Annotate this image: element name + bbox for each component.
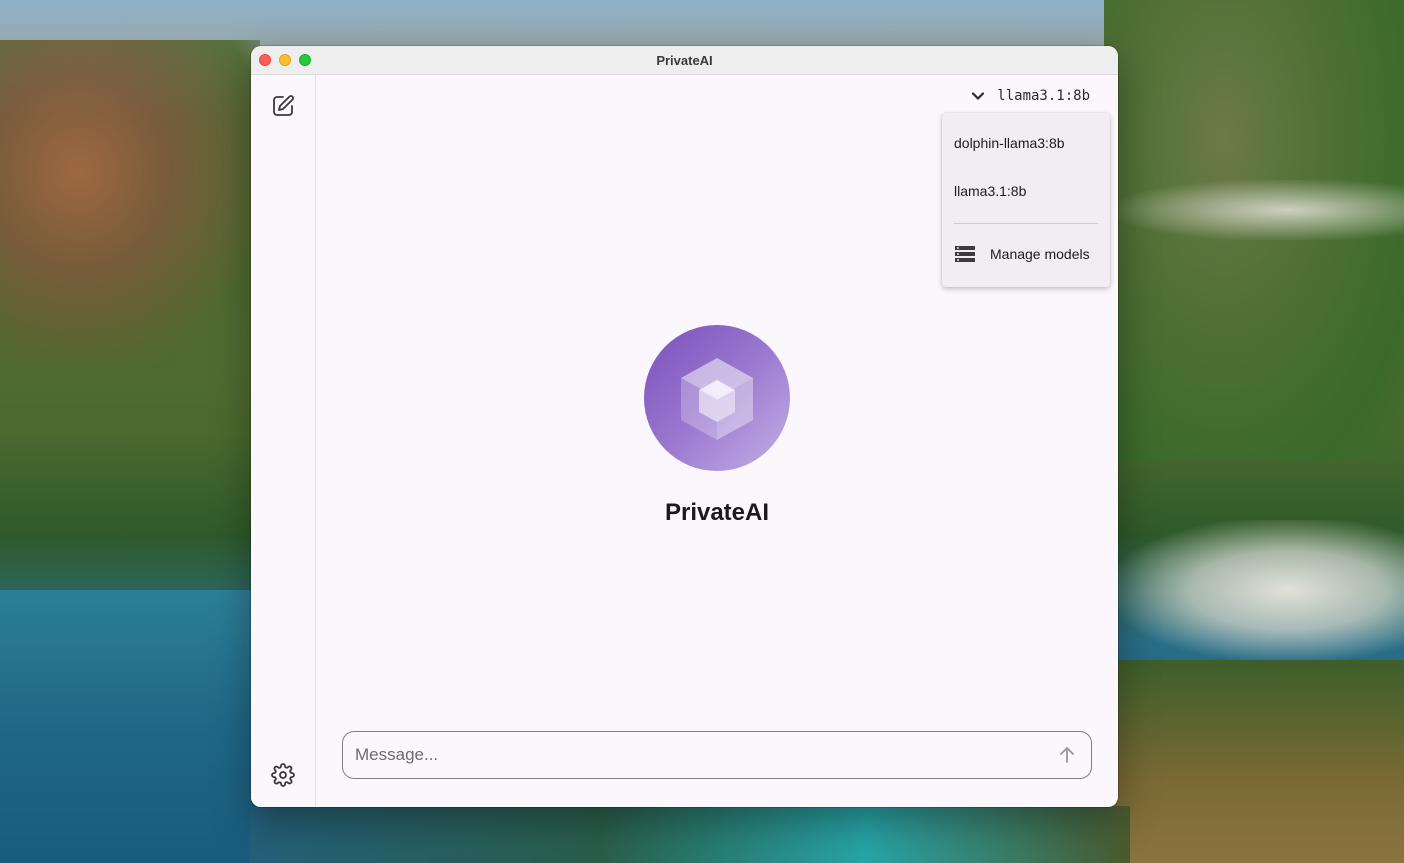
model-selector[interactable]: llama3.1:8b — [971, 85, 1090, 107]
send-button[interactable] — [1055, 743, 1079, 767]
wallpaper-coast — [250, 806, 1130, 863]
wallpaper-fog-low — [1114, 520, 1404, 660]
menu-divider — [954, 223, 1098, 224]
model-option-llama3-1[interactable]: llama3.1:8b — [954, 183, 1026, 199]
desktop-wallpaper — [0, 40, 260, 370]
model-dropdown-menu: dolphin-llama3:8b llama3.1:8b Manage mod… — [942, 113, 1110, 287]
compose-icon — [273, 95, 294, 116]
wallpaper-fog — [1114, 180, 1404, 240]
window-title: PrivateAI — [656, 53, 713, 68]
title-bar[interactable]: PrivateAI — [251, 46, 1118, 75]
wallpaper-hills — [1114, 660, 1404, 863]
selected-model-label: llama3.1:8b — [997, 88, 1090, 104]
main-panel: llama3.1:8b dolphin-llama3:8b llama3.1:8… — [316, 75, 1118, 807]
manage-models-label: Manage models — [990, 246, 1090, 262]
chevron-down-icon — [972, 92, 985, 100]
arrow-up-icon — [1060, 747, 1074, 763]
model-option-dolphin-llama3[interactable]: dolphin-llama3:8b — [954, 135, 1065, 151]
app-logo — [644, 325, 790, 471]
message-input[interactable] — [355, 745, 1055, 765]
gear-icon — [271, 763, 295, 787]
wallpaper-sea — [0, 590, 260, 863]
new-chat-button[interactable] — [271, 94, 295, 118]
message-composer — [342, 731, 1092, 779]
app-window: PrivateAI llama3.1:8b dolphin-llama3:8b … — [251, 46, 1118, 807]
app-name-heading: PrivateAI — [664, 499, 770, 526]
welcome-hero: PrivateAI — [316, 325, 1118, 527]
cube-icon — [681, 358, 753, 440]
server-icon — [955, 246, 975, 262]
settings-button[interactable] — [271, 763, 295, 787]
sidebar — [251, 75, 316, 807]
manage-models-item[interactable]: Manage models — [954, 245, 1090, 263]
